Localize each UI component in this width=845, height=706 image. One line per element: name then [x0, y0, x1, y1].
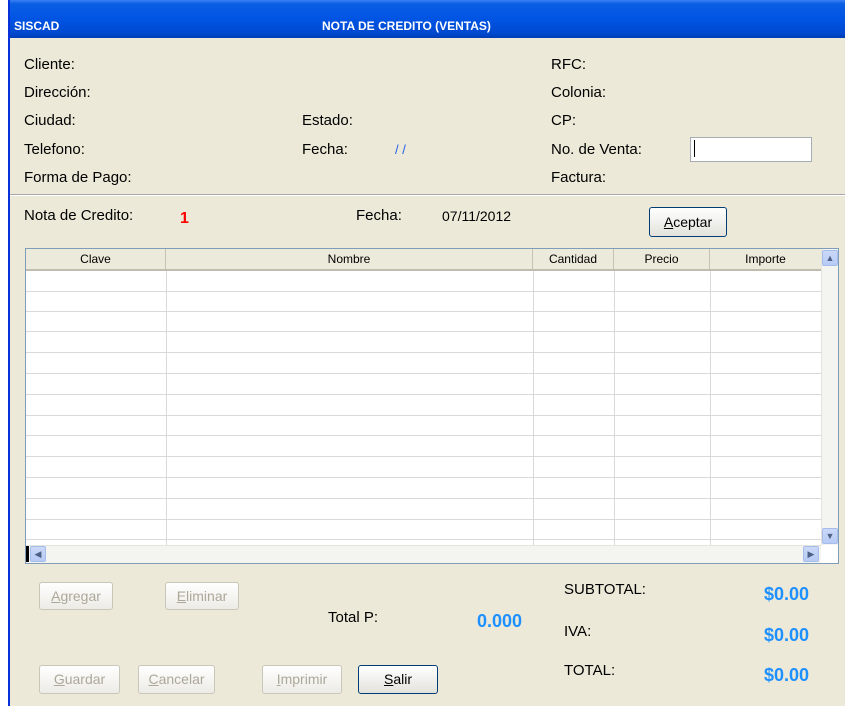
grid-row-line	[26, 291, 821, 292]
grid-row-line	[26, 373, 821, 374]
grid-col-line	[533, 271, 534, 545]
fecha-label: Fecha:	[302, 141, 348, 158]
cliente-label: Cliente:	[24, 56, 75, 73]
col-importe[interactable]: Importe	[710, 249, 821, 269]
grid-row-line	[26, 539, 821, 540]
scroll-left-icon[interactable]: ◀	[30, 546, 46, 562]
grid-header: Clave Nombre Cantidad Precio Importe	[26, 249, 821, 271]
col-nombre[interactable]: Nombre	[166, 249, 533, 269]
scroll-down-icon[interactable]: ▼	[822, 528, 838, 544]
grid-row-line	[26, 415, 821, 416]
col-cantidad[interactable]: Cantidad	[533, 249, 614, 269]
horizontal-scrollbar[interactable]: ◀ ▶	[26, 545, 821, 563]
fecha-value: / /	[395, 142, 406, 157]
aceptar-label: ceptar	[673, 214, 713, 230]
form-title: NOTA DE CREDITO (VENTAS)	[322, 19, 491, 33]
grid-row-line	[26, 311, 821, 312]
iva-label: IVA:	[564, 623, 592, 640]
vertical-scrollbar[interactable]: ▲ ▼	[821, 249, 838, 545]
guardar-label: uardar	[64, 671, 106, 687]
eliminar-label: liminar	[186, 588, 228, 604]
grid-row-line	[26, 498, 821, 499]
title-bar[interactable]: SISCAD NOTA DE CREDITO (VENTAS)	[10, 0, 845, 38]
cancelar-hotkey: C	[148, 671, 159, 687]
grid-col-line	[614, 271, 615, 545]
salir-label: alir	[393, 671, 412, 687]
total-p-label: Total P:	[328, 609, 379, 626]
estado-label: Estado:	[302, 112, 353, 129]
imprimir-label: mprimir	[280, 671, 328, 687]
total-p-value: 0.000	[477, 611, 523, 631]
grid-row-line	[26, 435, 821, 436]
no-venta-input[interactable]	[690, 137, 812, 162]
section-divider	[10, 194, 845, 196]
nota-fecha-value: 07/11/2012	[442, 208, 512, 224]
total-value: $0.00	[764, 665, 810, 685]
guardar-hotkey: G	[53, 671, 65, 687]
grid-row-line	[26, 519, 821, 520]
total-label: TOTAL:	[564, 662, 616, 679]
salir-button[interactable]: Salir	[358, 665, 438, 694]
grid-row-line	[26, 477, 821, 478]
agregar-label: gregar	[60, 588, 101, 604]
colonia-label: Colonia:	[551, 84, 607, 101]
agregar-button[interactable]: Agregar	[39, 582, 113, 610]
items-grid[interactable]: Clave Nombre Cantidad Precio Importe ▲ ▼…	[25, 248, 839, 564]
cp-label: CP:	[551, 112, 577, 129]
app-title: SISCAD	[14, 19, 60, 33]
grid-row-line	[26, 456, 821, 457]
grid-row-line	[26, 394, 821, 395]
nota-fecha-label: Fecha:	[356, 207, 402, 224]
eliminar-button[interactable]: Eliminar	[165, 582, 239, 610]
grid-row-line	[26, 331, 821, 332]
no-venta-label: No. de Venta:	[551, 141, 642, 158]
text-caret	[694, 140, 695, 157]
scroll-right-icon[interactable]: ▶	[803, 546, 819, 562]
ciudad-label: Ciudad:	[24, 112, 76, 129]
telefono-label: Telefono:	[24, 141, 85, 158]
iva-value: $0.00	[764, 625, 810, 645]
salir-hotkey: S	[383, 671, 394, 687]
grid-col-line	[710, 271, 711, 545]
aceptar-hotkey: A	[663, 214, 674, 230]
scroll-up-icon[interactable]: ▲	[822, 250, 838, 266]
cancelar-label: ancelar	[158, 671, 205, 687]
col-clave[interactable]: Clave	[26, 249, 166, 269]
scroll-thumb[interactable]	[26, 546, 29, 562]
factura-label: Factura:	[551, 169, 607, 186]
nota-credito-label: Nota de Credito:	[24, 207, 134, 224]
eliminar-hotkey: E	[176, 588, 187, 604]
rfc-label: RFC:	[551, 56, 586, 73]
grid-col-line	[166, 271, 167, 545]
nota-credito-number: 1	[180, 210, 189, 227]
grid-row-line	[26, 352, 821, 353]
subtotal-label: SUBTOTAL:	[564, 581, 646, 598]
app-window: SISCAD NOTA DE CREDITO (VENTAS) Cliente:…	[8, 0, 845, 706]
aceptar-button[interactable]: Aceptar	[649, 207, 727, 237]
guardar-button[interactable]: Guardar	[39, 665, 120, 694]
direccion-label: Dirección:	[24, 84, 91, 101]
forma-pago-label: Forma de Pago:	[24, 169, 132, 186]
imprimir-button[interactable]: Imprimir	[262, 665, 342, 694]
subtotal-value: $0.00	[764, 584, 810, 604]
col-precio[interactable]: Precio	[614, 249, 710, 269]
cancelar-button[interactable]: Cancelar	[138, 665, 215, 694]
